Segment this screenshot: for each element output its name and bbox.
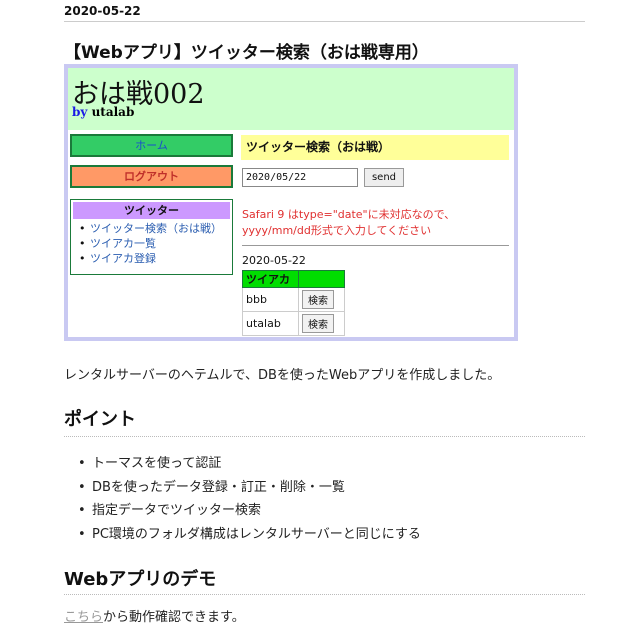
warning-line-2: yyyy/mm/dd形式で入力してください (242, 224, 432, 237)
search-button[interactable]: 検索 (302, 314, 334, 333)
warning-line-1: Safari 9 はtype="date"に未対応なので、 (242, 208, 456, 221)
menu-item-account-register[interactable]: ツイアカ登録 (79, 251, 232, 266)
demo-heading: Webアプリのデモ (64, 569, 217, 590)
points-list: トーマスを使って認証 DBを使ったデータ登録・訂正・削除・一覧 指定データでツイ… (78, 452, 421, 546)
result-date: 2020-05-22 (242, 254, 306, 267)
twitter-menu-list: ツイッター検索（おは戦） ツイアカ一覧 ツイアカ登録 (71, 221, 232, 266)
top-divider (64, 21, 585, 22)
account-table: ツイアカ bbb 検索 utalab 検索 (242, 270, 345, 336)
demo-divider (64, 594, 585, 595)
account-cell: bbb (242, 287, 299, 312)
list-item: PC環境のフォルダ構成はレンタルサーバーと同じにする (78, 523, 421, 547)
app-header: おは戦002 by utalab (68, 68, 514, 130)
twitter-menu-heading: ツイッター (73, 202, 230, 219)
main-heading: ツイッター検索（おは戦） (241, 135, 509, 160)
table-row: bbb 検索 (242, 287, 345, 312)
menu-item-twitter-search[interactable]: ツイッター検索（おは戦） (79, 221, 232, 236)
action-cell: 検索 (298, 311, 345, 336)
column-header-action (298, 270, 345, 288)
demo-link[interactable]: こちら (64, 610, 103, 625)
home-button[interactable]: ホーム (70, 134, 233, 157)
twitter-menu: ツイッター ツイッター検索（おは戦） ツイアカ一覧 ツイアカ登録 (70, 199, 233, 275)
post-date: 2020-05-22 (64, 4, 141, 18)
list-item: DBを使ったデータ登録・訂正・削除・一覧 (78, 476, 421, 500)
demo-paragraph: こちらから動作確認できます。 (64, 606, 245, 625)
table-row: utalab 検索 (242, 311, 345, 336)
warning-text: Safari 9 はtype="date"に未対応なので、 yyyy/mm/dd… (242, 207, 455, 239)
app-screenshot: おは戦002 by utalab ホーム ログアウト ツイッター ツイッター検索… (64, 64, 518, 341)
send-button[interactable]: send (364, 168, 404, 187)
list-item: トーマスを使って認証 (78, 452, 421, 476)
points-divider (64, 436, 585, 437)
author-name: utalab (91, 105, 135, 119)
points-heading: ポイント (64, 409, 136, 430)
post-description: レンタルサーバーのヘテムルで、DBを使ったWebアプリを作成しました。 (64, 368, 501, 383)
list-item: 指定データでツイッター検索 (78, 499, 421, 523)
table-header-row: ツイアカ (242, 270, 345, 288)
account-cell: utalab (242, 311, 299, 336)
by-label: by (72, 105, 88, 119)
app-byline: by utalab (72, 105, 134, 119)
menu-item-account-list[interactable]: ツイアカ一覧 (79, 236, 232, 251)
search-button[interactable]: 検索 (302, 290, 334, 309)
logout-button[interactable]: ログアウト (70, 165, 233, 188)
result-divider (242, 245, 509, 246)
post-title: 【Webアプリ】ツイッター検索（おは戦専用） (64, 43, 429, 63)
date-input[interactable]: 2020/05/22 (242, 168, 358, 187)
action-cell: 検索 (298, 287, 345, 312)
demo-text: から動作確認できます。 (103, 610, 245, 625)
column-header-account: ツイアカ (242, 270, 299, 288)
